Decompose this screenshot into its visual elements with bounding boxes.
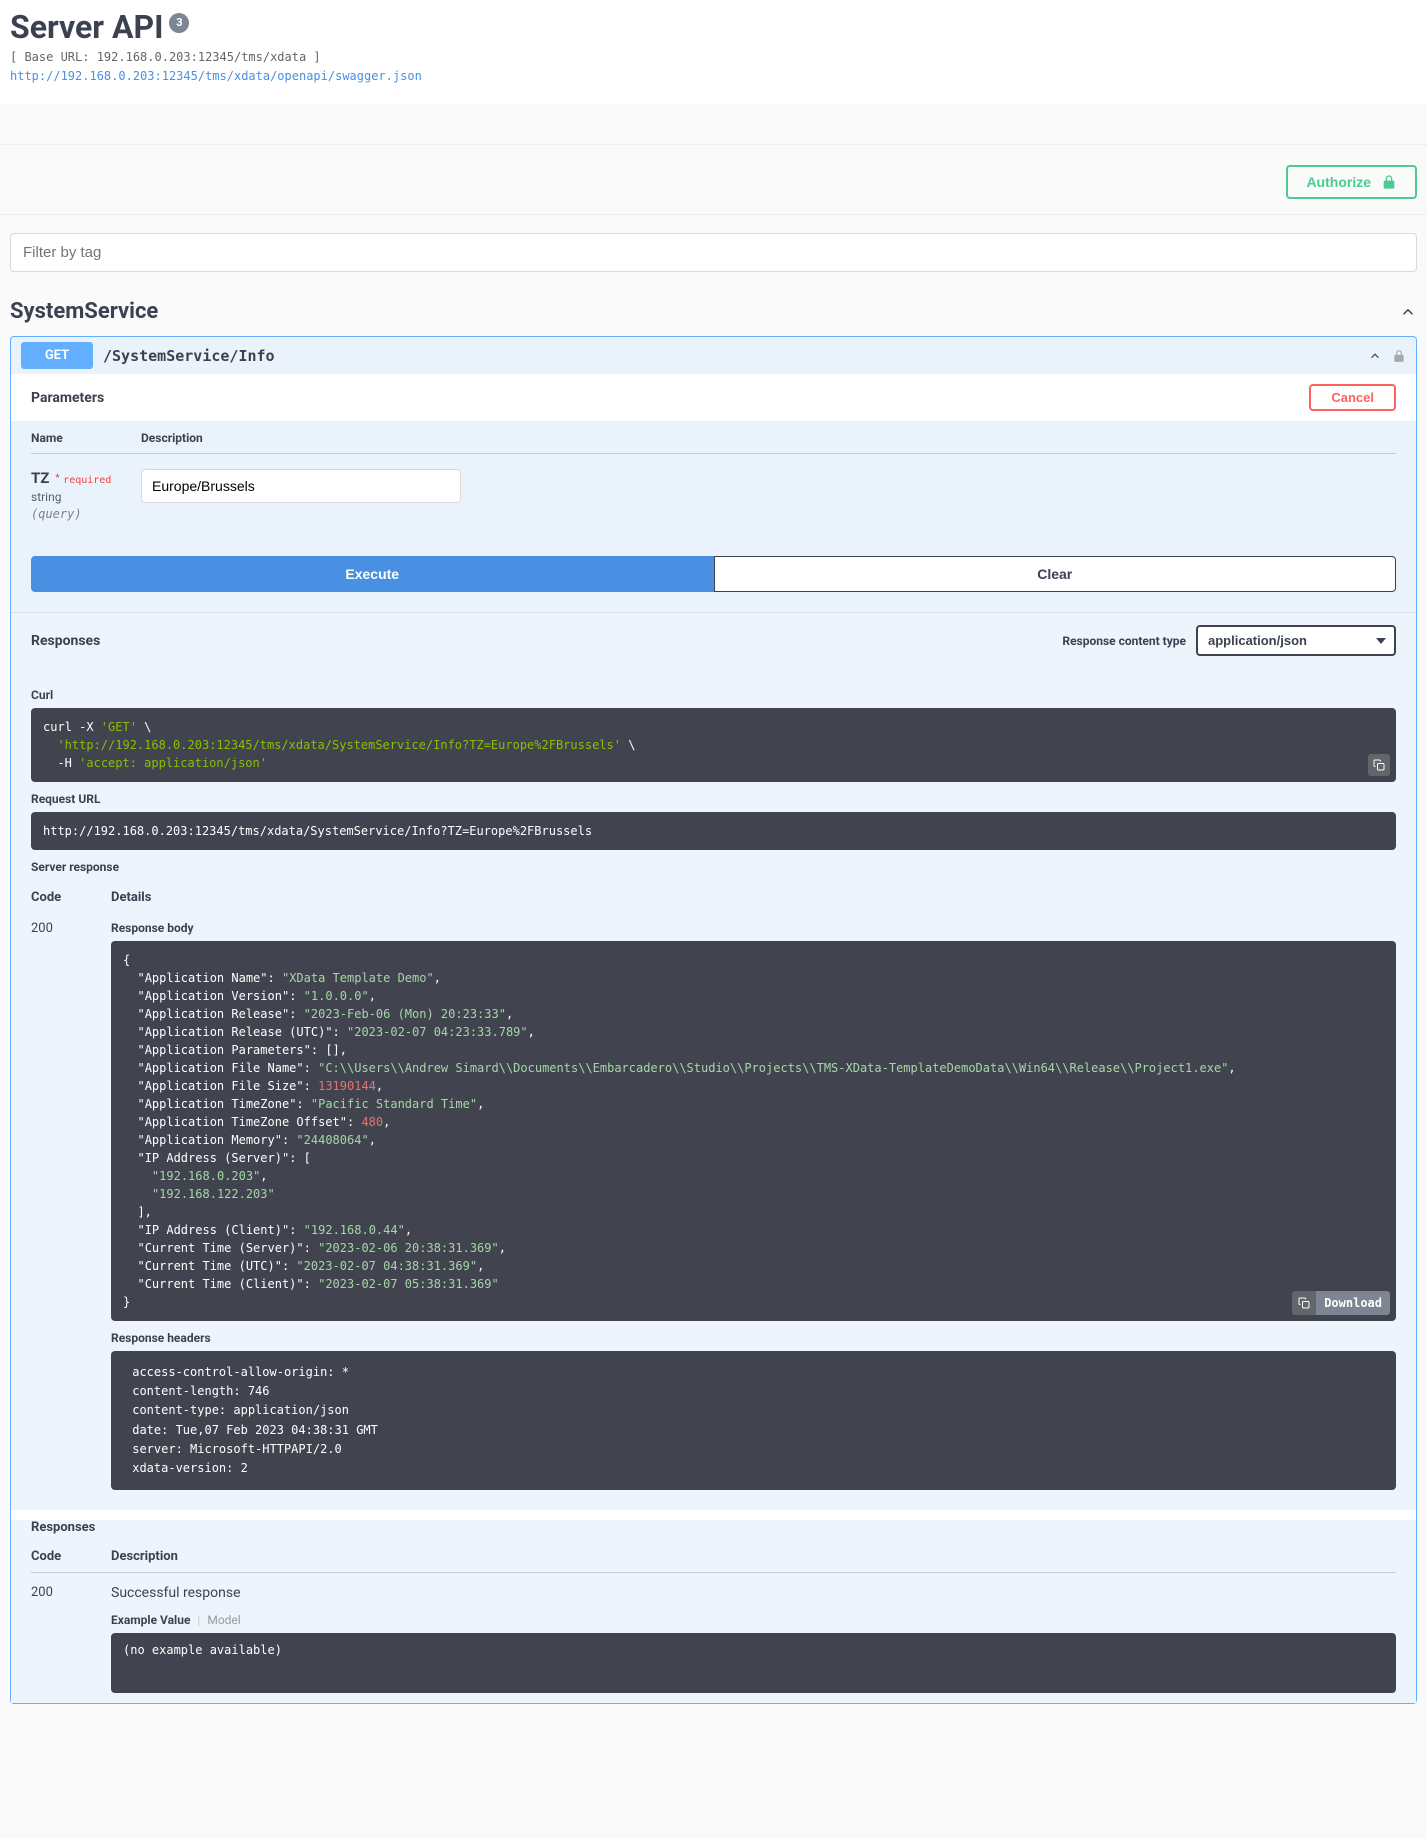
copy-icon[interactable] [1368,754,1390,776]
download-button[interactable]: Download [1292,1291,1390,1315]
code-header: Code [31,890,111,905]
responses-label: Responses [31,633,100,649]
version-badge: 3 [169,13,189,33]
curl-label: Curl [31,688,1396,702]
param-header-desc: Description [141,431,1396,445]
doc-code: 200 [31,1585,111,1693]
param-name: TZ [31,469,49,487]
curl-block: curl -X 'GET' \ 'http://192.168.0.203:12… [31,708,1396,782]
authorize-button[interactable]: Authorize [1286,165,1417,199]
execute-button[interactable]: Execute [31,556,714,592]
request-url-label: Request URL [31,792,1396,806]
lock-icon [1381,174,1397,190]
chevron-up-icon [1399,303,1417,321]
operation-path: /SystemService/Info [103,347,1358,365]
doc-desc: Successful response [111,1585,1396,1601]
doc-responses-label: Responses [31,1520,1396,1535]
base-url: [ Base URL: 192.168.0.203:12345/tms/xdat… [10,50,1417,64]
clear-button[interactable]: Clear [714,556,1397,592]
model-tab[interactable]: Model [207,1613,240,1627]
authorize-label: Authorize [1306,174,1371,190]
param-header-name: Name [31,431,141,445]
response-headers-block: access-control-allow-origin: * content-l… [111,1351,1396,1490]
doc-code-header: Code [31,1549,111,1564]
request-url-block: http://192.168.0.203:12345/tms/xdata/Sys… [31,812,1396,850]
method-label: GET [21,342,93,369]
tz-input[interactable] [141,469,461,503]
example-block: (no example available) [111,1633,1396,1693]
response-body-label: Response body [111,921,1396,935]
chevron-up-icon [1368,349,1382,363]
example-value-tab[interactable]: Example Value [111,1613,190,1627]
content-type-label: Response content type [1062,634,1186,648]
server-response-label: Server response [31,860,1396,874]
tag-header[interactable]: SystemService [10,287,1417,336]
doc-desc-header: Description [111,1549,1396,1564]
operation-summary[interactable]: GET /SystemService/Info [11,337,1416,374]
page-title: Server API [10,8,163,46]
response-code: 200 [31,921,111,1490]
required-label: required [63,475,111,486]
response-headers-label: Response headers [111,1331,1396,1345]
spec-link[interactable]: http://192.168.0.203:12345/tms/xdata/ope… [10,69,422,83]
response-body-block: { "Application Name": "XData Template De… [111,941,1396,1321]
tag-name: SystemService [10,299,158,324]
content-type-select[interactable]: application/json [1196,625,1396,656]
lock-icon[interactable] [1392,349,1406,363]
param-location: (query) [31,507,141,521]
details-header: Details [111,890,1396,905]
required-star: * [53,473,60,484]
cancel-button[interactable]: Cancel [1309,384,1396,411]
parameters-label: Parameters [31,390,104,406]
param-type: string [31,490,141,504]
filter-input[interactable] [10,233,1417,272]
